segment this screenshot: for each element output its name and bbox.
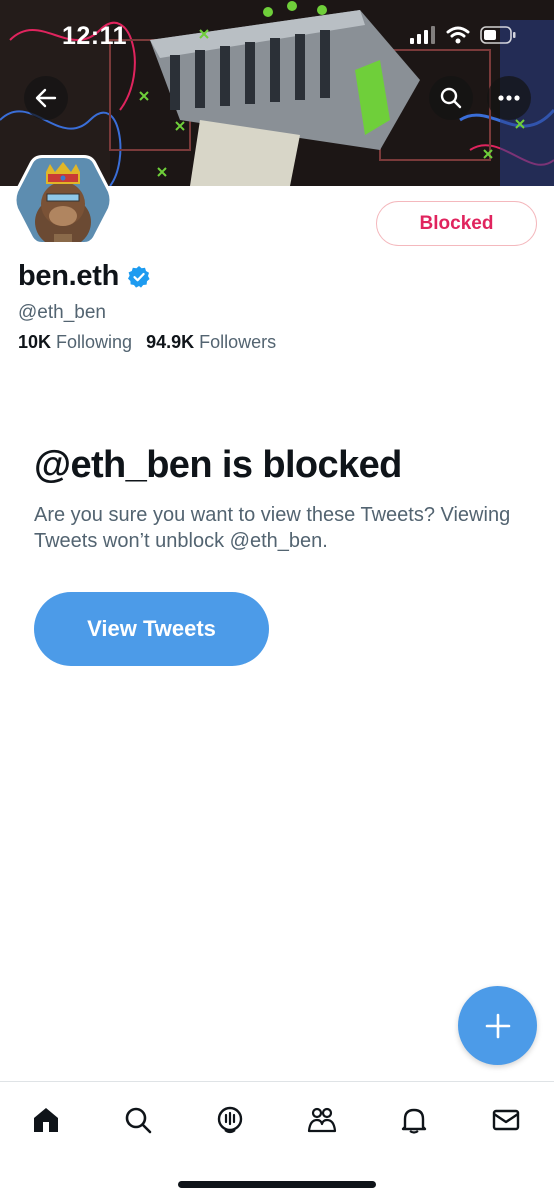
following-stat[interactable]: 10K Following <box>18 332 132 353</box>
avatar-image <box>14 155 112 245</box>
profile-name-row: ben.eth <box>18 260 151 293</box>
home-indicator[interactable] <box>178 1181 376 1188</box>
followers-stat[interactable]: 94.9K Followers <box>146 332 276 353</box>
wifi-icon <box>446 26 470 44</box>
nav-messages[interactable] <box>486 1100 526 1140</box>
nav-notifications[interactable] <box>394 1100 434 1140</box>
display-name: ben.eth <box>18 260 120 292</box>
search-button[interactable] <box>429 76 473 120</box>
mail-icon <box>492 1109 520 1131</box>
spaces-icon <box>217 1106 243 1134</box>
blocked-description: Are you sure you want to view these Twee… <box>34 504 511 552</box>
search-icon <box>440 87 462 109</box>
more-options-button[interactable] <box>487 76 531 120</box>
status-icons <box>410 26 516 44</box>
nav-search[interactable] <box>118 1100 158 1140</box>
communities-icon <box>307 1107 337 1133</box>
search-icon <box>125 1107 152 1134</box>
verified-badge-icon[interactable] <box>127 265 151 289</box>
view-tweets-button[interactable]: View Tweets <box>34 592 269 666</box>
bell-icon <box>401 1108 427 1134</box>
blocked-button[interactable]: Blocked <box>376 201 537 246</box>
following-count: 10K <box>18 332 52 352</box>
signal-icon <box>410 26 435 44</box>
plus-icon <box>485 1013 510 1038</box>
back-button[interactable] <box>24 76 68 120</box>
avatar[interactable] <box>14 154 112 246</box>
status-time: 12:11 <box>62 22 128 50</box>
battery-icon <box>480 26 516 44</box>
nav-spaces[interactable] <box>210 1100 250 1140</box>
followers-label: Followers <box>199 332 277 352</box>
profile-stats: 10K Following 94.9K Followers <box>18 332 276 353</box>
nav-home[interactable] <box>26 1100 66 1140</box>
followers-count: 94.9K <box>146 332 195 352</box>
nav-communities[interactable] <box>302 1100 342 1140</box>
blocked-title: @eth_ben is blocked <box>34 444 402 486</box>
profile-handle: @eth_ben <box>18 302 106 323</box>
following-label: Following <box>56 332 133 352</box>
home-icon <box>34 1108 58 1132</box>
more-icon <box>498 95 520 101</box>
arrow-left-icon <box>35 88 57 108</box>
compose-tweet-button[interactable] <box>458 986 537 1065</box>
